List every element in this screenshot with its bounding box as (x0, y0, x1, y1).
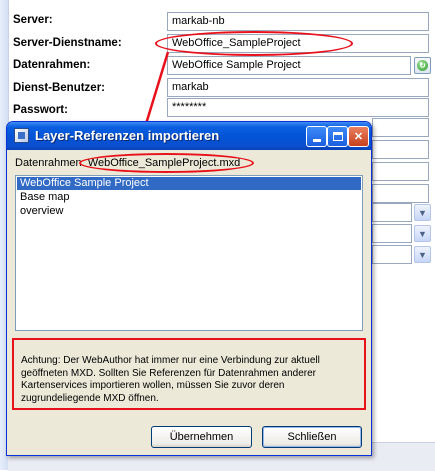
list-item[interactable]: Base map (17, 191, 361, 204)
server-field[interactable]: markab-nb (167, 12, 429, 31)
grid-row-field[interactable] (372, 140, 429, 159)
close-button[interactable]: ✕ (348, 126, 369, 147)
service-name-label: Server-Dienstname: (13, 37, 122, 49)
server-label: Server: (13, 14, 53, 26)
import-layer-references-dialog: Layer-Referenzen importieren ✕ Datenrahm… (6, 121, 372, 456)
dataframe-row: Datenrahmen: WebOffice_SampleProject.mxd (15, 157, 240, 169)
grid-row-field[interactable] (372, 184, 429, 203)
chevron-down-icon: ▼ (418, 249, 427, 260)
service-name-field[interactable]: WebOffice_SampleProject (167, 34, 429, 53)
layers-window-icon (14, 128, 29, 143)
grid-combo-field[interactable] (372, 245, 412, 264)
dataframe-label: Datenrahmen: (13, 59, 91, 71)
dropdown-button[interactable]: ▼ (414, 225, 431, 242)
service-user-field[interactable]: markab (167, 78, 429, 97)
grid-combo-field[interactable] (372, 224, 412, 243)
refresh-button[interactable]: ↻ (414, 57, 431, 74)
minimize-icon (312, 139, 321, 142)
dialog-titlebar[interactable]: Layer-Referenzen importieren ✕ (7, 122, 371, 150)
list-item[interactable]: overview (17, 205, 361, 218)
maximize-button[interactable] (327, 126, 348, 147)
close-dialog-button[interactable]: Schließen (262, 426, 362, 448)
dropdown-button[interactable]: ▼ (414, 246, 431, 263)
grid-row-field[interactable] (372, 118, 429, 137)
password-label: Passwort: (13, 104, 68, 116)
chevron-down-icon: ▼ (418, 207, 427, 218)
grid-combo-field[interactable] (372, 203, 412, 222)
warning-message: Achtung: Der WebAuthor hat immer nur ein… (12, 338, 366, 410)
accept-button[interactable]: Übernehmen (151, 426, 252, 448)
password-field[interactable]: ******** (167, 98, 429, 117)
chevron-down-icon: ▼ (418, 228, 427, 239)
dialog-dataframe-value: WebOffice_SampleProject.mxd (87, 157, 241, 169)
service-user-label: Dienst-Benutzer: (13, 82, 106, 94)
dataframe-listbox[interactable]: WebOffice Sample Project Base map overvi… (15, 175, 363, 331)
grid-row-field[interactable] (372, 162, 429, 181)
close-icon: ✕ (353, 131, 364, 143)
list-item[interactable]: WebOffice Sample Project (17, 177, 361, 190)
dataframe-field[interactable]: WebOffice Sample Project (167, 56, 411, 75)
maximize-icon (332, 132, 343, 141)
dialog-dataframe-label: Datenrahmen: (15, 157, 85, 169)
dialog-title: Layer-Referenzen importieren (35, 128, 220, 143)
minimize-button[interactable] (306, 126, 327, 147)
refresh-icon: ↻ (417, 60, 428, 71)
dropdown-button[interactable]: ▼ (414, 204, 431, 221)
